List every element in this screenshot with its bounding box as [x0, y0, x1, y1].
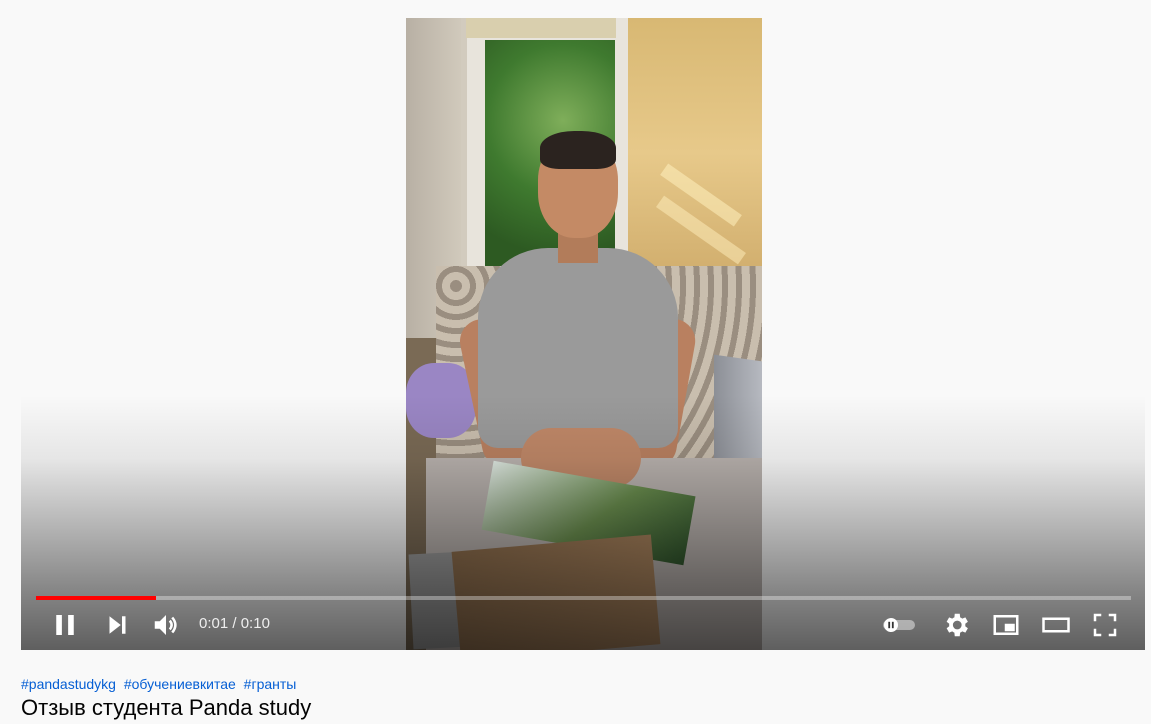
controls-gradient — [21, 395, 1145, 650]
scene-blind — [466, 18, 616, 38]
fullscreen-button[interactable] — [1087, 608, 1123, 642]
volume-button[interactable] — [148, 608, 184, 642]
time-separator: / — [228, 615, 241, 632]
video-title: Отзыв студента Panda study — [21, 695, 312, 720]
time-current: 0:01 — [199, 615, 229, 632]
pause-icon — [56, 615, 74, 635]
hashtag-link[interactable]: #гранты — [244, 676, 297, 692]
next-button[interactable] — [99, 608, 135, 642]
settings-button[interactable] — [938, 608, 974, 642]
theater-mode-icon — [1042, 617, 1070, 633]
next-icon — [109, 616, 126, 634]
volume-icon — [154, 615, 177, 635]
scene-person-hair — [540, 131, 616, 169]
pause-button[interactable] — [47, 608, 83, 642]
autoplay-toggle[interactable] — [879, 608, 919, 642]
time-display: 0:01 / 0:10 — [199, 615, 270, 632]
hashtag-link[interactable]: #обучениевкитае — [124, 676, 236, 692]
miniplayer-button[interactable] — [988, 608, 1024, 642]
autoplay-toggle-icon — [883, 618, 915, 632]
gear-icon — [946, 613, 968, 637]
theater-mode-button[interactable] — [1038, 608, 1074, 642]
time-total: 0:10 — [240, 615, 270, 632]
video-player[interactable]: 0:01 / 0:10 — [21, 0, 1145, 650]
progress-played — [36, 596, 157, 600]
miniplayer-icon — [993, 615, 1019, 635]
progress-bar[interactable] — [36, 596, 1131, 600]
hashtag-link[interactable]: #pandastudykg — [21, 676, 116, 692]
fullscreen-icon — [1093, 613, 1117, 637]
hashtags: #pandastudykg #обучениевкитае #гранты — [21, 676, 300, 692]
